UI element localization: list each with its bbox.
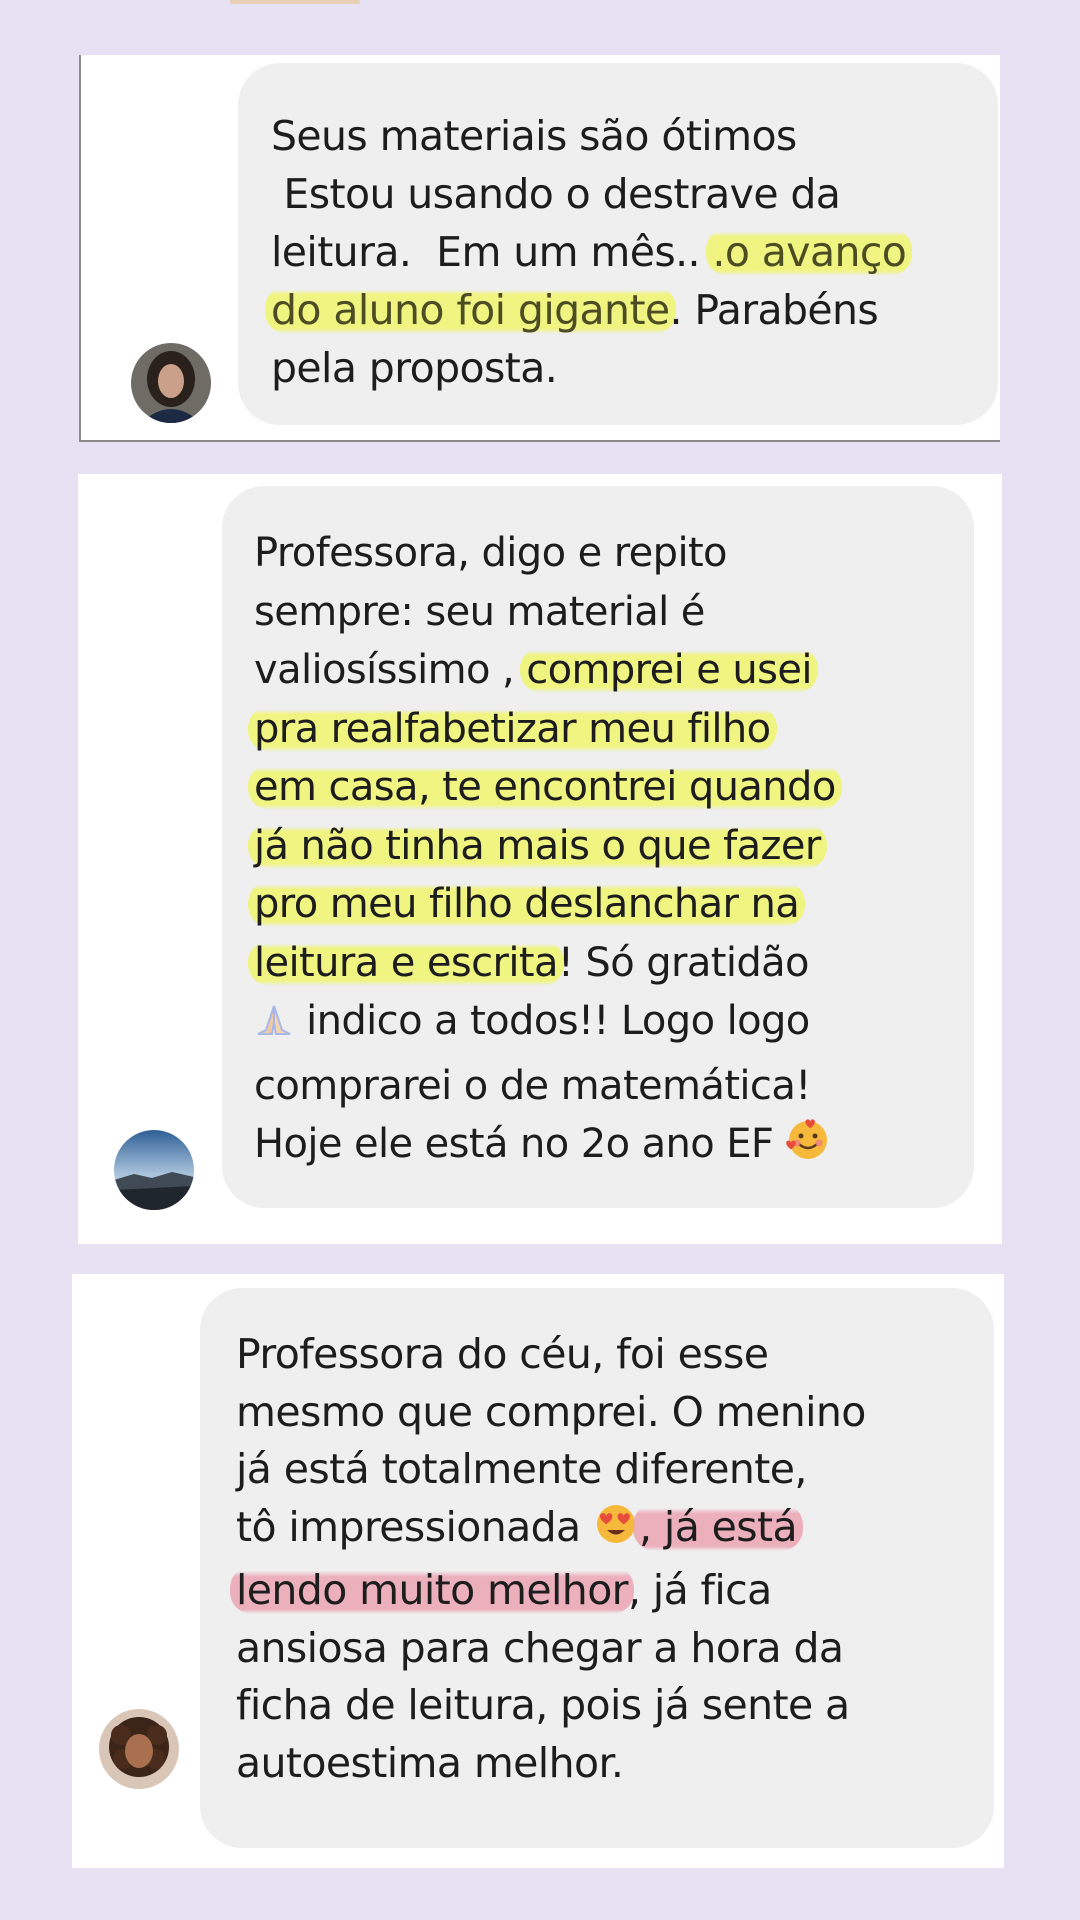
comment-bubble-2: Professora, digo e repito sempre: seu mat…: [222, 486, 974, 1208]
commenter-avatar-3[interactable]: [99, 1709, 179, 1789]
comment-bubble-3: Professora do céu, foi esse mesmo que com…: [200, 1288, 994, 1848]
highlighted-text: pra realfabetizar meu filho: [248, 705, 777, 752]
praying-hands-icon: [254, 998, 294, 1057]
commenter-avatar-1[interactable]: [131, 343, 211, 423]
highlighted-text: leitura e escrita: [248, 939, 564, 986]
woman-curly-hair-avatar-icon: [99, 1709, 179, 1789]
comment-bubble-1: Seus materiais são ótimos Estou usando o…: [238, 63, 998, 425]
comment-card-1: Seus materiais são ótimos Estou usando o…: [79, 55, 1000, 442]
comment-line: sempre: seu material é: [254, 588, 705, 635]
comment-line: Seus materiais são ótimos: [271, 112, 797, 160]
comment-line: pro meu filho deslanchar na: [248, 875, 974, 934]
comment-card-2: Professora, digo e repito sempre: seu mat…: [78, 474, 1002, 1244]
comment-line: pela proposta.: [271, 344, 558, 392]
highlighted-text: lendo muito melhor: [230, 1566, 634, 1614]
text-segment: , já fica: [627, 1566, 772, 1614]
comment-line: ficha de leitura, pois já sente a: [236, 1681, 850, 1729]
text-segment: indico a todos!! Logo logo: [294, 998, 810, 1044]
comment-text-2: Professora, digo e repito sempre: seu mat…: [248, 524, 974, 1180]
comment-line: pra realfabetizar meu filho: [248, 700, 974, 759]
comment-line: em casa, te encontrei quando: [248, 758, 974, 817]
comment-line: leitura e escrita! Só gratidão: [248, 934, 974, 993]
comment-card-3: Professora do céu, foi esse mesmo que com…: [72, 1274, 1004, 1868]
comment-line: valiosíssimo , comprei e usei: [254, 641, 974, 700]
text-segment: leitura. Em um mês..: [271, 228, 713, 276]
previous-card-edge: [230, 0, 360, 4]
text-segment: . Parabéns: [669, 286, 879, 334]
commenter-avatar-2[interactable]: [114, 1130, 194, 1210]
comment-line: ansiosa para chegar a hora da: [236, 1623, 844, 1672]
comment-line: já está totalmente diferente,: [236, 1445, 807, 1493]
highlighted-text: do aluno foi gigante: [265, 286, 676, 334]
comment-line: tô impressionada , já está: [236, 1499, 994, 1563]
highlighted-text: já não tinha mais o que fazer: [248, 822, 827, 869]
text-segment: ! Só gratidão: [557, 939, 810, 986]
highlighted-text: , já está: [633, 1502, 804, 1551]
highlighted-text: comprei e usei: [520, 647, 818, 693]
highlighted-text: .o avanço: [706, 228, 913, 276]
comment-line: já não tinha mais o que fazer: [248, 817, 974, 876]
text-segment: valiosíssimo ,: [254, 647, 527, 693]
highlighted-text: pro meu filho deslanchar na: [248, 881, 806, 927]
highlighted-text: em casa, te encontrei quando: [248, 764, 842, 810]
comment-text-3: Professora do céu, foi esse mesmo que com…: [230, 1326, 994, 1792]
text-segment: Hoje ele está no 2o ano EF: [254, 1121, 786, 1167]
comment-line: Professora do céu, foi esse: [236, 1330, 769, 1378]
comment-line: Professora, digo e repito: [254, 530, 728, 576]
woman-dark-hair-avatar-icon: [131, 343, 211, 423]
comment-line: autoestima melhor.: [236, 1738, 624, 1787]
comment-line: comprarei o de matemática!: [254, 1062, 811, 1109]
comment-line: indico a todos!! Logo logo: [254, 992, 974, 1057]
comment-line: Hoje ele está no 2o ano EF: [254, 1115, 974, 1180]
comment-line: do aluno foi gigante. Parabéns: [265, 281, 998, 339]
comment-line: lendo muito melhor, já fica: [230, 1562, 994, 1620]
comment-line: leitura. Em um mês.. .o avanço: [271, 223, 998, 281]
text-segment: tô impressionada: [236, 1502, 594, 1551]
smiling-face-with-hearts-icon: [785, 1117, 831, 1180]
comment-text-1: Seus materiais são ótimos Estou usando o…: [265, 107, 998, 397]
comment-line: Estou usando o destrave da: [271, 170, 841, 218]
comment-line: mesmo que comprei. O menino: [236, 1387, 866, 1436]
landscape-avatar-icon: [114, 1130, 194, 1210]
